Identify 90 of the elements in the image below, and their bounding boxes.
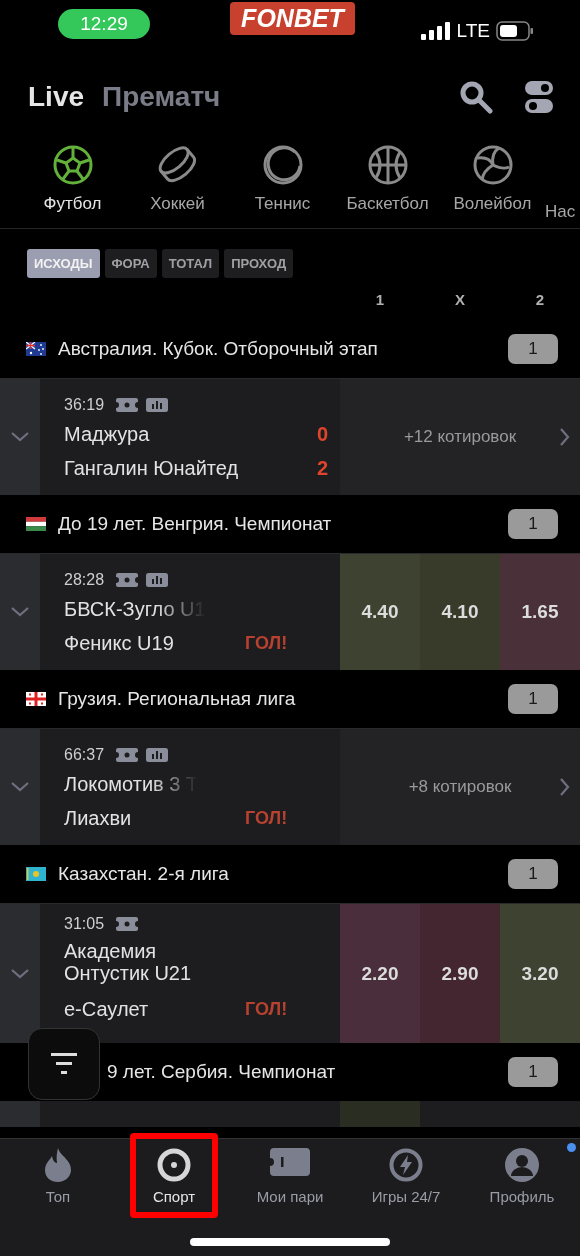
expand-button[interactable]	[0, 379, 40, 495]
signal-icon	[420, 22, 451, 40]
market-tab[interactable]: ФОРА	[104, 249, 157, 278]
toggle-settings-icon[interactable]	[525, 81, 553, 113]
more-odds-button[interactable]: +12 котировок	[340, 379, 580, 495]
sport-tab[interactable]: Футбол	[20, 132, 125, 228]
odds-button[interactable]: 1.65	[500, 554, 580, 670]
search-icon[interactable]	[459, 80, 493, 114]
league-name: Австралия. Кубок. Отборочный этап	[58, 338, 379, 360]
team-name: Академия Онтустик U21	[64, 940, 193, 984]
sport-tab[interactable]: Баскетбол	[335, 132, 440, 228]
status-time: 12:29	[58, 9, 150, 39]
team-name: Маджура	[64, 423, 150, 445]
odds-button[interactable]: 4.40	[340, 554, 420, 670]
ticket-icon	[270, 1148, 310, 1176]
goal-label: ГОЛ!	[245, 807, 289, 829]
odds-button[interactable]: 2.90	[420, 904, 500, 1043]
chevron-down-icon	[11, 782, 29, 792]
odds-button[interactable]: 2.20	[340, 904, 420, 1043]
mode-tab[interactable]: Прематч	[102, 81, 221, 113]
filter-icon	[51, 1053, 77, 1075]
goal-label: ГОЛ!	[245, 998, 289, 1020]
nav-tab[interactable]: Спорт	[116, 1139, 232, 1205]
flag-icon	[26, 342, 46, 356]
flag-icon	[26, 517, 46, 531]
match-time: 66:37	[64, 746, 105, 764]
target-icon	[157, 1148, 191, 1182]
team-name: Феникс U19	[64, 632, 174, 654]
team-name: Гангалин Юнайтед	[64, 457, 239, 479]
nav-tab[interactable]: Топ	[0, 1139, 116, 1205]
market-tab[interactable]: ПРОХОД	[224, 249, 294, 278]
sport-tab[interactable]: Теннис	[230, 132, 335, 228]
nav-tab[interactable]: Игры 24/7	[348, 1139, 464, 1205]
odds-button[interactable]: 4.10	[420, 554, 500, 670]
market-tab[interactable]: ТОТАЛ	[161, 249, 220, 278]
stats-icon	[146, 398, 169, 412]
column-header: X	[454, 290, 466, 308]
filter-button[interactable]	[28, 1028, 100, 1100]
league-name: До 19 лет. Венгрия. Чемпионат	[58, 513, 333, 535]
odds-button[interactable]: 3.20	[500, 904, 580, 1043]
flag-icon	[26, 867, 46, 881]
ticket-icon	[116, 398, 139, 412]
match-time: 36:19	[64, 396, 105, 414]
network-label: LTE	[456, 20, 490, 42]
count-badge: 1	[508, 859, 558, 889]
team-name: е-Саулет	[64, 998, 149, 1020]
score: 0	[316, 422, 328, 446]
volleyball-icon	[471, 144, 514, 186]
stats-icon	[146, 748, 169, 762]
chevron-down-icon	[11, 432, 29, 442]
chevron-right-icon	[560, 778, 570, 796]
sport-tab[interactable]: Волейбол	[440, 132, 545, 228]
match-time: 31:05	[64, 915, 105, 933]
nav-tab[interactable]: Профиль	[464, 1139, 580, 1205]
ticket-icon	[116, 573, 139, 587]
basketball-icon	[366, 144, 409, 186]
soccer-ball-icon	[51, 144, 94, 186]
stats-icon	[146, 573, 169, 587]
profile-icon	[505, 1148, 539, 1182]
more-odds-button[interactable]: +8 котировок	[340, 729, 580, 845]
match-time: 28:28	[64, 571, 105, 589]
flame-icon	[44, 1148, 72, 1182]
score: 2	[316, 456, 328, 480]
league-name: Грузия. Региональная лига	[58, 688, 297, 710]
mode-tab[interactable]: Live	[28, 81, 85, 113]
ticket-icon	[116, 748, 139, 762]
chevron-down-icon	[11, 968, 29, 979]
expand-button[interactable]	[0, 729, 40, 845]
brand-logo: FONBET	[230, 1, 355, 35]
count-badge: 1	[508, 509, 558, 539]
goal-label: ГОЛ!	[245, 632, 289, 654]
lightning-icon	[389, 1148, 423, 1182]
sport-tab[interactable]: Хоккей	[125, 132, 230, 228]
ticket-icon	[116, 917, 139, 931]
count-badge: 1	[508, 334, 558, 364]
column-header: 2	[534, 290, 546, 308]
battery-icon	[496, 21, 534, 41]
expand-button[interactable]	[0, 554, 40, 670]
league-name: Казахстан. 2-я лига	[58, 863, 230, 885]
column-header: 1	[374, 290, 386, 308]
chevron-down-icon	[11, 607, 29, 617]
count-badge: 1	[508, 684, 558, 714]
team-name: Лиахви	[64, 807, 132, 829]
tennis-ball-icon	[261, 144, 304, 186]
flag-icon	[26, 692, 46, 706]
league-name: 9 лет. Сербия. Чемпионат	[107, 1061, 337, 1083]
chevron-right-icon	[560, 428, 570, 446]
nav-tab[interactable]: Мои пари	[232, 1139, 348, 1205]
sport-tab[interactable]: Нас	[545, 132, 575, 228]
count-badge: 1	[508, 1057, 558, 1087]
